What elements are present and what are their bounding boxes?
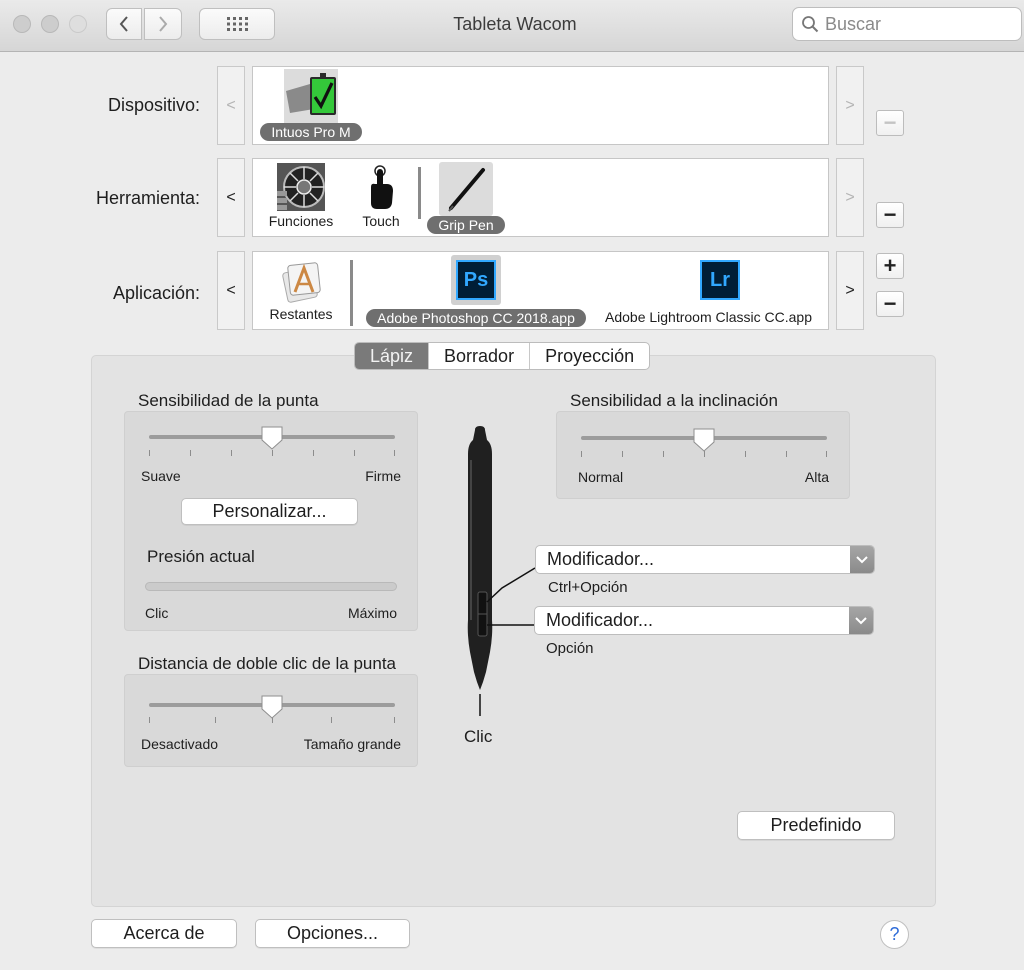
pen-icon bbox=[439, 162, 493, 216]
photoshop-icon: Ps bbox=[456, 260, 496, 300]
current-pressure-max-label: Máximo bbox=[347, 605, 397, 621]
tab-mapping[interactable]: Proyección bbox=[529, 343, 649, 369]
tilt-sensitivity-slider-thumb[interactable] bbox=[693, 428, 715, 452]
show-all-button[interactable] bbox=[199, 8, 275, 40]
lower-side-button-popup[interactable]: Modificador... bbox=[534, 606, 874, 635]
tip-sensitivity-title: Sensibilidad de la punta bbox=[138, 391, 319, 410]
lightroom-icon: Lr bbox=[700, 260, 740, 300]
tab-eraser[interactable]: Borrador bbox=[428, 343, 529, 369]
application-scroll-left[interactable]: < bbox=[217, 251, 245, 330]
tool-scroll-left[interactable]: < bbox=[217, 158, 245, 237]
app-name-others: Restantes bbox=[269, 306, 333, 322]
about-button[interactable]: Acerca de bbox=[91, 919, 237, 948]
current-pressure-min-label: Clic bbox=[145, 605, 169, 621]
lower-side-button-value: Modificador... bbox=[546, 610, 654, 630]
tool-item-touch[interactable]: Touch bbox=[349, 163, 413, 229]
tab-pen[interactable]: Lápiz bbox=[355, 343, 429, 369]
search-field[interactable] bbox=[792, 7, 1022, 41]
photoshop-icon-frame: Ps bbox=[451, 255, 501, 305]
tilt-sensitivity-title: Sensibilidad a la inclinación bbox=[570, 391, 778, 410]
tab-bar: Lápiz Borrador Proyección bbox=[354, 342, 651, 370]
customize-button[interactable]: Personalizar... bbox=[181, 498, 358, 525]
tool-list: Funciones Touch Grip Pen bbox=[252, 158, 829, 237]
remove-tool-button[interactable]: − bbox=[876, 202, 904, 228]
tool-label: Herramienta: bbox=[95, 188, 200, 208]
functions-icon bbox=[277, 163, 325, 211]
default-button[interactable]: Predefinido bbox=[737, 811, 895, 840]
tilt-sensitivity-ticks bbox=[581, 451, 827, 459]
device-label: Dispositivo: bbox=[107, 95, 200, 115]
application-list: Restantes Ps Adobe Photoshop CC 2018.app… bbox=[252, 251, 829, 330]
tilt-sensitivity-min-label: Normal bbox=[578, 469, 624, 485]
tip-sensitivity-group: Suave Firme Personalizar... Presión actu… bbox=[124, 411, 418, 631]
current-pressure-meter bbox=[145, 582, 397, 591]
app-name-lightroom: Adobe Lightroom Classic CC.app bbox=[605, 309, 812, 325]
remove-application-button[interactable]: − bbox=[876, 291, 904, 317]
all-apps-icon bbox=[282, 262, 321, 303]
tool-scroll-right[interactable]: > bbox=[836, 158, 864, 237]
title-bar: Tableta Wacom bbox=[0, 0, 1024, 52]
lower-side-button-caption: Opción bbox=[546, 640, 594, 657]
forward-button[interactable] bbox=[144, 8, 182, 40]
minimize-button[interactable] bbox=[41, 15, 59, 33]
grid-icon bbox=[227, 17, 248, 31]
app-name-photoshop: Adobe Photoshop CC 2018.app bbox=[366, 309, 586, 327]
zoom-button[interactable] bbox=[69, 15, 87, 33]
tool-item-functions[interactable]: Funciones bbox=[261, 163, 341, 229]
touch-hand-icon bbox=[371, 165, 393, 209]
tip-sensitivity-min-label: Suave bbox=[141, 468, 181, 484]
tool-name-functions: Funciones bbox=[268, 213, 334, 229]
application-divider bbox=[350, 260, 353, 326]
tip-sensitivity-ticks bbox=[149, 450, 395, 458]
upper-side-button-popup[interactable]: Modificador... bbox=[535, 545, 875, 574]
chevron-left-icon bbox=[119, 16, 128, 32]
device-list: Intuos Pro M bbox=[252, 66, 829, 145]
close-button[interactable] bbox=[13, 15, 31, 33]
back-button[interactable] bbox=[106, 8, 142, 40]
device-name: Intuos Pro M bbox=[260, 123, 362, 141]
upper-popup-chevron bbox=[850, 546, 874, 573]
chevron-down-icon bbox=[856, 555, 868, 563]
tool-item-grip-pen[interactable]: Grip Pen bbox=[425, 162, 507, 234]
double-click-min-label: Desactivado bbox=[141, 736, 219, 752]
help-button[interactable]: ? bbox=[880, 920, 909, 949]
app-item-photoshop[interactable]: Ps Adobe Photoshop CC 2018.app bbox=[357, 255, 595, 327]
app-item-lightroom[interactable]: Lr Adobe Lightroom Classic CC.app bbox=[605, 255, 828, 325]
chevron-right-icon bbox=[159, 16, 168, 32]
tool-name-grip-pen: Grip Pen bbox=[427, 216, 505, 234]
tool-name-touch: Touch bbox=[362, 213, 400, 229]
lightroom-icon-frame: Lr bbox=[695, 255, 745, 305]
options-button[interactable]: Opciones... bbox=[255, 919, 410, 948]
double-click-slider-thumb[interactable] bbox=[261, 695, 283, 719]
upper-side-button-value: Modificador... bbox=[547, 549, 655, 569]
tilt-sensitivity-group: Normal Alta bbox=[556, 411, 850, 499]
device-scroll-right[interactable]: > bbox=[836, 66, 864, 145]
search-icon bbox=[802, 16, 819, 33]
pen-tip-caption: Clic bbox=[464, 727, 493, 746]
app-item-others[interactable]: Restantes bbox=[261, 256, 341, 322]
window-title: Tableta Wacom bbox=[453, 14, 577, 34]
device-scroll-left[interactable]: < bbox=[217, 66, 245, 145]
lower-popup-chevron bbox=[849, 607, 873, 634]
double-click-title: Distancia de doble clic de la punta bbox=[138, 654, 396, 673]
remove-device-button[interactable]: − bbox=[876, 110, 904, 136]
double-click-group: Desactivado Tamaño grande bbox=[124, 674, 418, 767]
tip-sensitivity-slider-thumb[interactable] bbox=[261, 426, 283, 450]
device-item-intuos[interactable]: Intuos Pro M bbox=[256, 69, 366, 141]
search-input[interactable] bbox=[825, 13, 1005, 35]
tilt-sensitivity-max-label: Alta bbox=[804, 469, 829, 485]
current-pressure-title: Presión actual bbox=[147, 547, 255, 566]
tablet-battery-icon bbox=[284, 69, 338, 123]
add-application-button[interactable]: + bbox=[876, 253, 904, 279]
application-label: Aplicación: bbox=[112, 283, 200, 303]
tool-divider bbox=[418, 167, 421, 219]
upper-side-button-caption: Ctrl+Opción bbox=[548, 579, 628, 596]
double-click-max-label: Tamaño grande bbox=[303, 736, 401, 752]
chevron-down-icon bbox=[855, 616, 867, 624]
application-scroll-right[interactable]: > bbox=[836, 251, 864, 330]
tip-sensitivity-max-label: Firme bbox=[365, 468, 401, 484]
